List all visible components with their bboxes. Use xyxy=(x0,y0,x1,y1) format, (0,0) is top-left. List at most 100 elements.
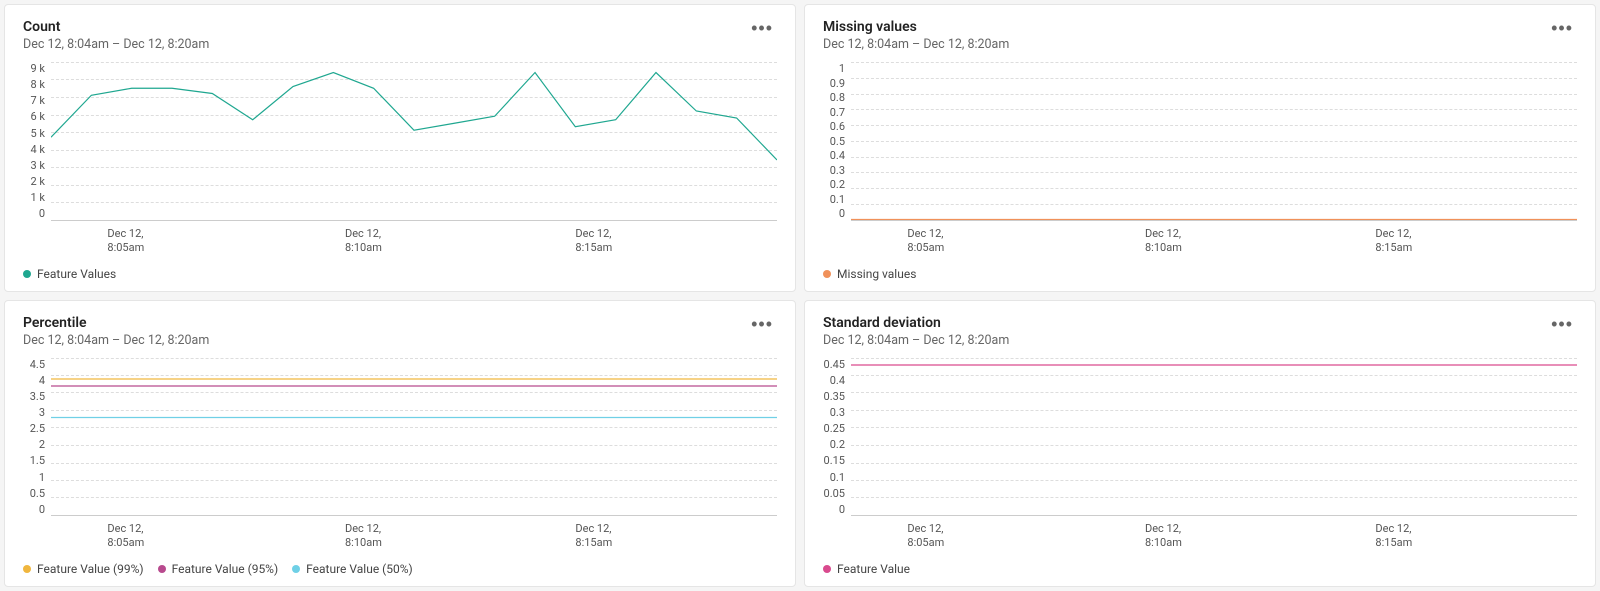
x-tick: Dec 12,8:15am xyxy=(575,522,612,551)
y-tick: 7 k xyxy=(31,94,46,107)
y-tick: 0.15 xyxy=(824,454,845,467)
x-axis: Dec 12,8:05amDec 12,8:10amDec 12,8:15am xyxy=(57,522,777,550)
y-tick: 2.5 xyxy=(30,422,45,435)
legend: Feature Values xyxy=(23,267,777,281)
y-tick: 1 k xyxy=(31,191,46,204)
legend-item[interactable]: Feature Values xyxy=(23,267,116,281)
panel-menu-button[interactable]: ••• xyxy=(747,19,777,37)
legend-item[interactable]: Feature Value (50%) xyxy=(292,562,413,576)
series-line xyxy=(51,73,777,160)
y-tick: 0 xyxy=(839,207,845,220)
y-axis: 0.450.40.350.30.250.20.150.10.050 xyxy=(823,358,851,517)
x-axis: Dec 12,8:05am Dec 12,8:10am Dec 12,8:15am xyxy=(857,522,1577,550)
y-tick: 0.8 xyxy=(830,91,845,104)
chart-area: 9 k8 k7 k6 k5 k4 k3 k2 k1 k0 xyxy=(23,62,777,221)
legend-label: Feature Value (95%) xyxy=(172,562,279,576)
panel-percentile: Percentile Dec 12, 8:04am – Dec 12, 8:20… xyxy=(4,300,796,588)
y-tick: 0 xyxy=(839,503,845,516)
legend-swatch-icon xyxy=(823,565,831,573)
y-tick: 0.3 xyxy=(830,164,845,177)
y-tick: 1.5 xyxy=(30,454,45,467)
y-tick: 1 xyxy=(839,62,845,75)
panel-missing: Missing values Dec 12, 8:04am – Dec 12, … xyxy=(804,4,1596,292)
x-axis: Dec 12,8:05am Dec 12,8:10am Dec 12,8:15am xyxy=(857,227,1577,255)
panel-menu-button[interactable]: ••• xyxy=(1547,315,1577,333)
y-tick: 3 xyxy=(39,406,45,419)
legend-label: Missing values xyxy=(837,267,916,281)
y-tick: 1 xyxy=(39,471,45,484)
panel-subtitle: Dec 12, 8:04am – Dec 12, 8:20am xyxy=(23,333,209,348)
y-tick: 0.4 xyxy=(830,149,845,162)
plot[interactable] xyxy=(51,358,777,517)
y-axis: 4.543.532.521.510.50 xyxy=(23,358,51,517)
y-tick: 0.25 xyxy=(824,422,845,435)
panel-title: Count xyxy=(23,19,209,35)
ellipsis-icon: ••• xyxy=(1551,18,1573,38)
legend-swatch-icon xyxy=(158,565,166,573)
ellipsis-icon: ••• xyxy=(751,18,773,38)
y-tick: 0.1 xyxy=(830,193,845,206)
y-tick: 0.9 xyxy=(830,77,845,90)
legend: Missing values xyxy=(823,267,1577,281)
x-tick: Dec 12,8:05am xyxy=(107,227,144,256)
y-tick: 4 k xyxy=(31,143,46,156)
y-tick: 0.4 xyxy=(830,374,845,387)
x-tick: Dec 12,8:15am xyxy=(1375,522,1412,551)
x-tick: Dec 12,8:10am xyxy=(345,227,382,256)
x-tick: Dec 12,8:05am xyxy=(907,227,944,256)
legend-item[interactable]: Missing values xyxy=(823,267,916,281)
legend-swatch-icon xyxy=(823,270,831,278)
panel-menu-button[interactable]: ••• xyxy=(747,315,777,333)
legend-label: Feature Values xyxy=(37,267,116,281)
y-tick: 0.2 xyxy=(830,438,845,451)
y-tick: 5 k xyxy=(31,127,46,140)
panel-title: Standard deviation xyxy=(823,315,1009,331)
y-tick: 8 k xyxy=(31,78,46,91)
y-tick: 0.6 xyxy=(830,120,845,133)
y-tick: 2 xyxy=(39,438,45,451)
x-tick: Dec 12,8:10am xyxy=(1145,227,1182,256)
panel-count: Count Dec 12, 8:04am – Dec 12, 8:20am ••… xyxy=(4,4,796,292)
panel-subtitle: Dec 12, 8:04am – Dec 12, 8:20am xyxy=(823,333,1009,348)
chart-area: 10.90.80.70.60.50.40.30.20.10 xyxy=(823,62,1577,221)
legend-swatch-icon xyxy=(292,565,300,573)
y-axis: 9 k8 k7 k6 k5 k4 k3 k2 k1 k0 xyxy=(23,62,51,221)
plot[interactable] xyxy=(51,62,777,221)
legend-item[interactable]: Feature Value xyxy=(823,562,910,576)
y-tick: 0 xyxy=(39,207,45,220)
legend: Feature Value xyxy=(823,562,1577,576)
chart-area: 0.450.40.350.30.250.20.150.10.050 xyxy=(823,358,1577,517)
y-tick: 3 k xyxy=(31,159,46,172)
legend-swatch-icon xyxy=(23,270,31,278)
y-tick: 9 k xyxy=(31,62,46,75)
y-tick: 0.5 xyxy=(30,487,45,500)
y-tick: 4.5 xyxy=(30,358,45,371)
legend-item[interactable]: Feature Value (95%) xyxy=(158,562,279,576)
y-tick: 4 xyxy=(39,374,45,387)
x-tick: Dec 12,8:15am xyxy=(1375,227,1412,256)
legend-label: Feature Value (99%) xyxy=(37,562,144,576)
plot[interactable] xyxy=(851,358,1577,517)
y-tick: 0.45 xyxy=(824,358,845,371)
panel-subtitle: Dec 12, 8:04am – Dec 12, 8:20am xyxy=(823,37,1009,52)
ellipsis-icon: ••• xyxy=(751,314,773,334)
y-tick: 0.1 xyxy=(830,471,845,484)
y-axis: 10.90.80.70.60.50.40.30.20.10 xyxy=(823,62,851,221)
panel-menu-button[interactable]: ••• xyxy=(1547,19,1577,37)
x-tick: Dec 12,8:05am xyxy=(907,522,944,551)
panel-subtitle: Dec 12, 8:04am – Dec 12, 8:20am xyxy=(23,37,209,52)
panel-title: Missing values xyxy=(823,19,1009,35)
legend-item[interactable]: Feature Value (99%) xyxy=(23,562,144,576)
y-tick: 0.5 xyxy=(830,135,845,148)
ellipsis-icon: ••• xyxy=(1551,314,1573,334)
legend-swatch-icon xyxy=(23,565,31,573)
y-tick: 6 k xyxy=(31,110,46,123)
y-tick: 0.35 xyxy=(824,390,845,403)
y-tick: 0.2 xyxy=(830,178,845,191)
x-tick: Dec 12,8:05am xyxy=(107,522,144,551)
x-tick: Dec 12,8:10am xyxy=(1145,522,1182,551)
panel-title: Percentile xyxy=(23,315,209,331)
legend-label: Feature Value (50%) xyxy=(306,562,413,576)
y-tick: 0 xyxy=(39,503,45,516)
plot[interactable] xyxy=(851,62,1577,221)
